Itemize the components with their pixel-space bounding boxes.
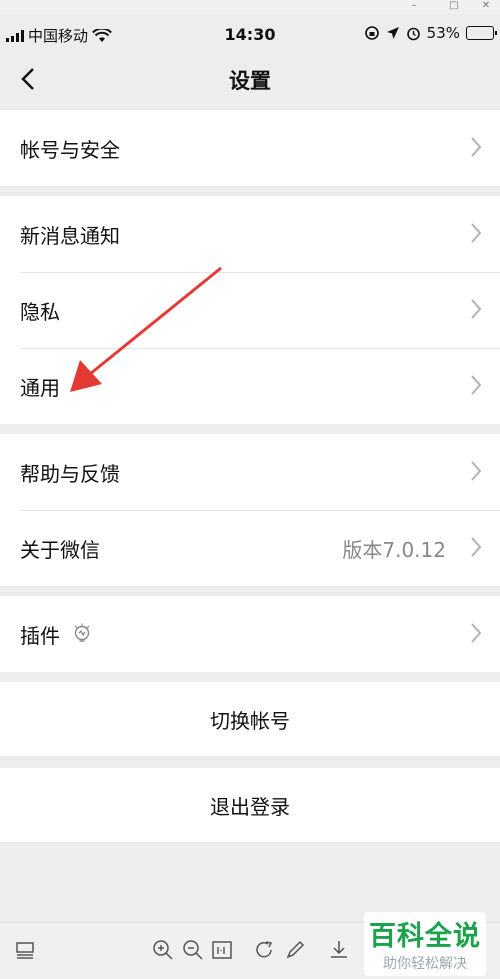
edit-pen-icon[interactable] xyxy=(284,939,306,961)
annotation-arrow xyxy=(70,266,222,392)
zoom-in-icon[interactable] xyxy=(152,939,174,961)
watermark-title: 百科全说 xyxy=(369,921,481,952)
thumbnail-icon[interactable] xyxy=(14,939,36,961)
actual-size-icon[interactable] xyxy=(211,939,233,961)
rotate-icon[interactable] xyxy=(254,939,276,961)
watermark-subtitle: 助你轻松解决 xyxy=(383,956,467,972)
zoom-out-icon[interactable] xyxy=(182,939,204,961)
download-icon[interactable] xyxy=(328,939,350,961)
watermark-logo: 百科全说 助你轻松解决 xyxy=(364,912,486,976)
